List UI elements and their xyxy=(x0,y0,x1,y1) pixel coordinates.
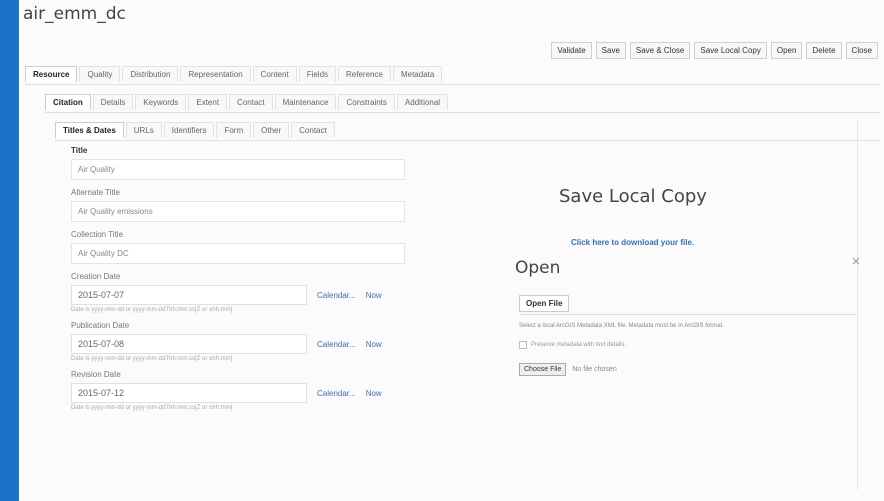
date-format-hint: Date is yyyy-mm-dd or yyyy-mm-ddThh:mm:s… xyxy=(71,405,233,411)
revision-now-link[interactable]: Now xyxy=(366,389,382,398)
open-description: Select a local ArcGIS Metadata XML file.… xyxy=(519,323,724,329)
tab-contact[interactable]: Contact xyxy=(229,94,273,110)
tab-quality[interactable]: Quality xyxy=(79,66,121,82)
creation-now-link[interactable]: Now xyxy=(366,291,382,300)
tab-divider xyxy=(55,140,881,141)
window-title: air_emm_dc xyxy=(23,4,126,24)
publication-date-input[interactable]: 2015-07-08 xyxy=(71,334,307,354)
save-local-copy-button[interactable]: Save Local Copy xyxy=(694,42,767,59)
date-format-hint: Date is yyyy-mm-dd or yyyy-mm-ddThh:mm:s… xyxy=(71,356,233,362)
titles-dates-form: Title Air Quality Alternate Title Air Qu… xyxy=(71,146,441,411)
tab-form[interactable]: Form xyxy=(216,122,252,138)
tab-representation[interactable]: Representation xyxy=(180,66,251,82)
title-label: Title xyxy=(71,146,88,155)
panel-border xyxy=(857,120,858,490)
download-link[interactable]: Click here to download your file. xyxy=(571,238,694,247)
tab-citation-contact[interactable]: Contact xyxy=(291,122,335,138)
creation-date-label: Creation Date xyxy=(71,272,121,281)
no-file-text: No file chosen xyxy=(572,366,617,373)
tabs-level3: Titles & Dates URLs Identifiers Form Oth… xyxy=(55,122,335,138)
tab-fields[interactable]: Fields xyxy=(298,66,337,82)
tab-constraints[interactable]: Constraints xyxy=(338,94,395,110)
close-icon[interactable]: × xyxy=(851,254,861,268)
delete-button[interactable]: Delete xyxy=(806,42,842,59)
tab-keywords[interactable]: Keywords xyxy=(135,94,187,110)
tab-divider xyxy=(25,84,881,85)
title-input[interactable]: Air Quality xyxy=(71,159,405,180)
date-format-hint: Date is yyyy-mm-dd or yyyy-mm-ddThh:mm:s… xyxy=(71,307,233,313)
revision-date-input[interactable]: 2015-07-12 xyxy=(71,383,307,403)
tab-distribution[interactable]: Distribution xyxy=(122,66,179,82)
publication-now-link[interactable]: Now xyxy=(366,340,382,349)
save-button[interactable]: Save xyxy=(595,42,626,59)
publication-date-label: Publication Date xyxy=(71,321,130,330)
close-button[interactable]: Close xyxy=(845,42,878,59)
alternate-title-label: Alternate Title xyxy=(71,188,120,197)
alternate-title-input[interactable]: Air Quality emissions xyxy=(71,201,405,222)
choose-file-button[interactable]: Choose File xyxy=(519,363,567,376)
tab-divider xyxy=(45,112,881,113)
preserve-checkbox-row: Preserve metadata with text details. xyxy=(519,341,857,349)
collection-title-input[interactable]: Air Quality DC xyxy=(71,243,405,264)
tab-titles-dates[interactable]: Titles & Dates xyxy=(55,122,124,138)
tab-resource[interactable]: Resource xyxy=(25,66,78,82)
tab-identifiers[interactable]: Identifiers xyxy=(163,122,215,138)
open-file-tab[interactable]: Open File xyxy=(519,295,570,312)
validate-button[interactable]: Validate xyxy=(551,42,592,59)
open-dialog-body: Select a local ArcGIS Metadata XML file.… xyxy=(519,314,857,376)
tab-other[interactable]: Other xyxy=(253,122,290,138)
collection-title-label: Collection Title xyxy=(71,230,124,239)
tab-details[interactable]: Details xyxy=(92,94,134,110)
tabs-level2: Citation Details Keywords Extent Contact… xyxy=(45,94,449,110)
tab-metadata[interactable]: Metadata xyxy=(392,66,443,82)
tab-reference[interactable]: Reference xyxy=(338,66,391,82)
publication-calendar-link[interactable]: Calendar... xyxy=(317,340,356,349)
tab-content[interactable]: Content xyxy=(252,66,297,82)
editor-window: air_emm_dc Validate Save Save & Close Sa… xyxy=(19,0,884,501)
preserve-checkbox-label: Preserve metadata with text details. xyxy=(531,342,627,348)
revision-date-label: Revision Date xyxy=(71,370,121,379)
save-close-button[interactable]: Save & Close xyxy=(629,42,691,59)
save-local-title: Save Local Copy xyxy=(559,186,707,207)
tab-citation[interactable]: Citation xyxy=(45,94,91,110)
open-button[interactable]: Open xyxy=(770,42,803,59)
creation-calendar-link[interactable]: Calendar... xyxy=(317,291,356,300)
tab-urls[interactable]: URLs xyxy=(125,122,162,138)
tabs-level1: Resource Quality Distribution Representa… xyxy=(25,66,443,82)
tab-maintenance[interactable]: Maintenance xyxy=(274,94,337,110)
creation-date-input[interactable]: 2015-07-07 xyxy=(71,285,307,305)
open-dialog-title: Open xyxy=(515,258,561,278)
tab-additional[interactable]: Additional xyxy=(396,94,449,110)
revision-calendar-link[interactable]: Calendar... xyxy=(317,389,356,398)
tab-extent[interactable]: Extent xyxy=(188,94,228,110)
action-toolbar: Validate Save Save & Close Save Local Co… xyxy=(551,42,878,59)
preserve-checkbox[interactable] xyxy=(519,341,527,349)
